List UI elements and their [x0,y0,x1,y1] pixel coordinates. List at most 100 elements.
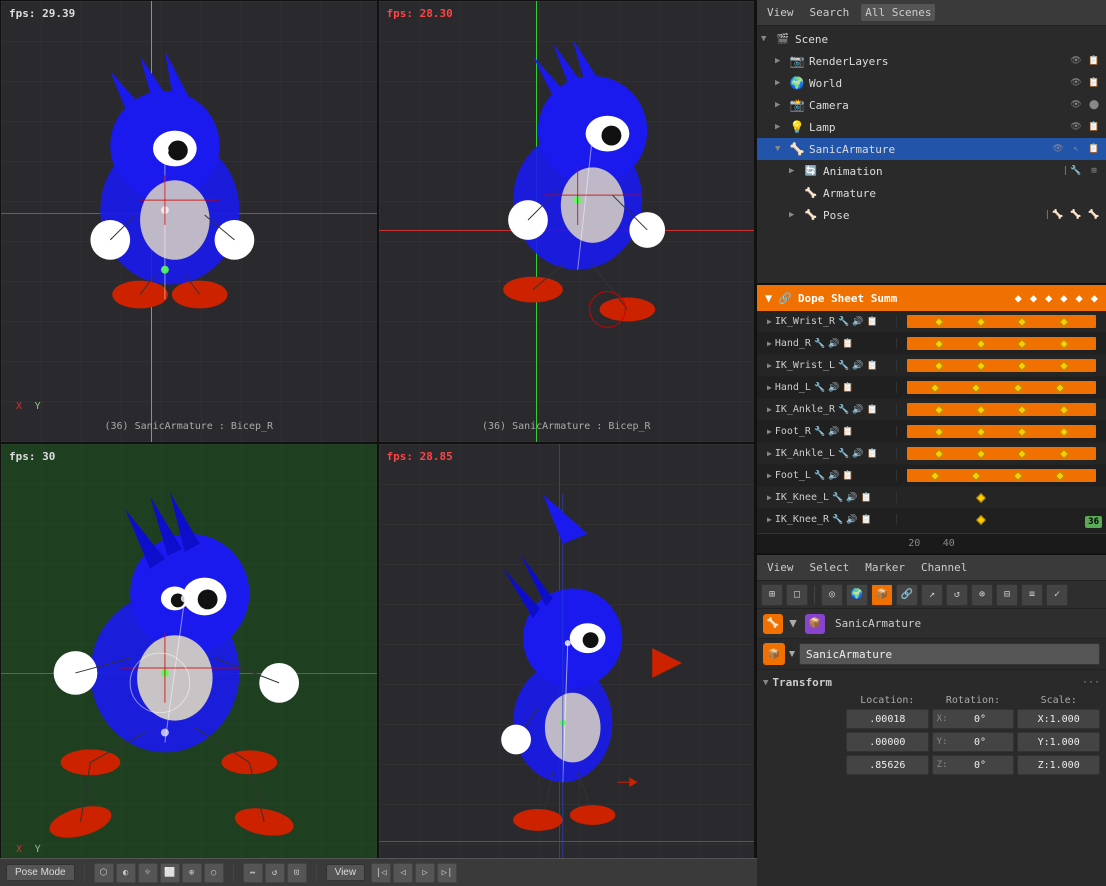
toolbar-icon-12[interactable]: ✓ [1046,584,1068,606]
animation-label: Animation [823,165,1059,178]
dope-diamond4[interactable]: ◆ [1058,291,1069,305]
viewport-top-right[interactable]: fps: 28.30 [378,0,756,443]
pose-icon1: 🦴 [1050,207,1066,223]
right-panel: View Search All Scenes ▼ 🎬 Scene ▶ 📷 Ren… [757,0,1106,886]
icon-transform-2[interactable]: ↺ [265,863,285,883]
dope-diamond5[interactable]: ◆ [1074,291,1085,305]
icon-transform-3[interactable]: ⊡ [287,863,307,883]
props-channel-btn[interactable]: Channel [917,559,971,576]
outliner-item-camera[interactable]: ▶ 📸 Camera 👁 ⬤ [757,94,1106,116]
object-name-input[interactable] [799,643,1100,665]
toolbar-icon-2[interactable]: □ [786,584,808,606]
dope-expand-btn[interactable]: ▼ [763,291,774,305]
toolbar-icon-1[interactable]: ⊞ [761,584,783,606]
icon-texture[interactable]: ⬜ [160,863,180,883]
viewport-bottom-right[interactable]: fps: 28.85 [378,443,756,886]
dope-label-ik-ankle-l: ▶ IK_Ankle_L 🔧 🔊 📋 [757,448,897,459]
dope-channel-ik-knee-r [897,509,1106,530]
icon-snap[interactable]: ⊕ [182,863,202,883]
dope-diamond6[interactable]: ◆ [1089,291,1100,305]
toolbar-icon-5[interactable]: 📦 [871,584,893,606]
toolbar-icon-7[interactable]: ↗ [921,584,943,606]
dope-row-hand-l[interactable]: ▶ Hand_L 🔧 🔊 📋 [757,377,1106,399]
icon-frame-fwd[interactable]: ▷| [437,863,457,883]
toolbar-icon-11[interactable]: ≡ [1021,584,1043,606]
main-layout: fps: 29.39 [0,0,1106,886]
outliner-view-btn[interactable]: View [763,4,798,21]
dope-row-ik-ankle-r[interactable]: ▶ IK_Ankle_R 🔧 🔊 📋 [757,399,1106,421]
dope-row-ik-knee-l[interactable]: ▶ IK_Knee_L 🔧 🔊 📋 [757,487,1106,509]
toolbar-icon-10[interactable]: ⊟ [996,584,1018,606]
toolbar-icon-9[interactable]: ⊕ [971,584,993,606]
rot-x-field[interactable]: X: 0° [932,709,1015,729]
rot-y-field[interactable]: Y: 0° [932,732,1015,752]
dope-row-foot-r[interactable]: ▶ Foot_R 🔧 🔊 📋 [757,421,1106,443]
outliner-item-animation[interactable]: ▶ 🔄 Animation | 🔧 ⊞ [757,160,1106,182]
icon-frame-back[interactable]: ◁ [393,863,413,883]
viewport-bottom-left[interactable]: fps: 30 [0,443,378,886]
transform-row-z: .85626 Z: 0° Z:1.000 [763,755,1100,775]
icon-transform-1[interactable]: ↔ [243,863,263,883]
toolbar-icon-3[interactable]: ◎ [821,584,843,606]
expand-camera: ▶ [775,100,789,110]
props-marker-btn[interactable]: Marker [861,559,909,576]
outliner-item-lamp[interactable]: ▶ 💡 Lamp 👁 📋 [757,116,1106,138]
loc-x-field[interactable]: .00018 [846,709,929,729]
pose-icon2: 🦴 [1068,207,1084,223]
lamp-label: Lamp [809,121,1068,134]
props-select-btn[interactable]: Select [806,559,854,576]
icon-view-perspective[interactable]: ⬡ [94,863,114,883]
dope-row-ik-wrist-l[interactable]: ▶ IK_Wrist_L 🔧 🔊 📋 [757,355,1106,377]
scale-x-field[interactable]: X:1.000 [1017,709,1100,729]
dope-channel-ik-wrist-r [897,311,1106,332]
outliner-item-pose[interactable]: ▶ 🦴 Pose | 🦴 🦴 🦴 [757,204,1106,226]
outliner-item-armature[interactable]: 🦴 Armature [757,182,1106,204]
dope-diamond2[interactable]: ◆ [1028,291,1039,305]
pose-mode-btn[interactable]: Pose Mode [6,864,75,881]
toolbar-icon-8[interactable]: ↺ [946,584,968,606]
dope-row-ik-wrist-r[interactable]: ▶ IK_Wrist_R 🔧 🔊 📋 [757,311,1106,333]
toolbar-icon-6[interactable]: 🔗 [896,584,918,606]
loc-y-field[interactable]: .00000 [846,732,929,752]
outliner-item-renderlayers[interactable]: ▶ 📷 RenderLayers 👁 📋 [757,50,1106,72]
dope-label-foot-r: ▶ Foot_R 🔧 🔊 📋 [757,426,897,437]
transform-col-headers: Location: Rotation: Scale: [763,695,1100,706]
icon-render[interactable]: ☼ [138,863,158,883]
outliner-item-scene[interactable]: ▼ 🎬 Scene [757,28,1106,50]
icon-play[interactable]: ▷ [415,863,435,883]
dope-diamond3[interactable]: ◆ [1043,291,1054,305]
sanicarmature-vis[interactable]: 👁 [1050,141,1066,157]
dope-channel-ik-knee-l [897,487,1106,508]
icon-frame-prev[interactable]: |◁ [371,863,391,883]
props-view-btn[interactable]: View [763,559,798,576]
camera-vis[interactable]: 👁 [1068,97,1084,113]
outliner-item-world[interactable]: ▶ 🌍 World 👁 📋 [757,72,1106,94]
outliner-item-sanicarmature[interactable]: ▼ 🦴 SanicArmature 👁 ↖ 📋 [757,138,1106,160]
dope-label-ik-ankle-r: ▶ IK_Ankle_R 🔧 🔊 📋 [757,404,897,415]
view-btn[interactable]: View [326,864,366,881]
viewport-top-left[interactable]: fps: 29.39 [0,0,378,443]
renderlayers-vis[interactable]: 👁 [1068,53,1084,69]
icon-proportional[interactable]: ○ [204,863,224,883]
props-header: View Select Marker Channel [757,555,1106,581]
lamp-vis[interactable]: 👁 [1068,119,1084,135]
toolbar-icon-4[interactable]: 🌍 [846,584,868,606]
outliner-all-scenes-btn[interactable]: All Scenes [861,4,935,21]
object-icon-2: 📦 [805,614,825,634]
icon-shading-solid[interactable]: ◐ [116,863,136,883]
dope-row-foot-l[interactable]: ▶ Foot_L 🔧 🔊 📋 [757,465,1106,487]
scale-z-field[interactable]: Z:1.000 [1017,755,1100,775]
dope-label-hand-l: ▶ Hand_L 🔧 🔊 📋 [757,382,897,393]
dope-row-ik-knee-r[interactable]: ▶ IK_Knee_R 🔧 🔊 📋 36 [757,509,1106,531]
object-field-icon: 📦 [763,643,785,665]
dope-row-hand-r[interactable]: ▶ Hand_R 🔧 🔊 📋 [757,333,1106,355]
dope-row-ik-ankle-l[interactable]: ▶ IK_Ankle_L 🔧 🔊 📋 [757,443,1106,465]
dope-channel-foot-l [897,465,1106,486]
loc-z-field[interactable]: .85626 [846,755,929,775]
outliner-search-btn[interactable]: Search [806,4,854,21]
transform-header[interactable]: ▼ Transform ··· [763,676,1100,689]
dope-diamond1[interactable]: ◆ [1013,291,1024,305]
world-vis[interactable]: 👁 [1068,75,1084,91]
rot-z-field[interactable]: Z: 0° [932,755,1015,775]
scale-y-field[interactable]: Y:1.000 [1017,732,1100,752]
